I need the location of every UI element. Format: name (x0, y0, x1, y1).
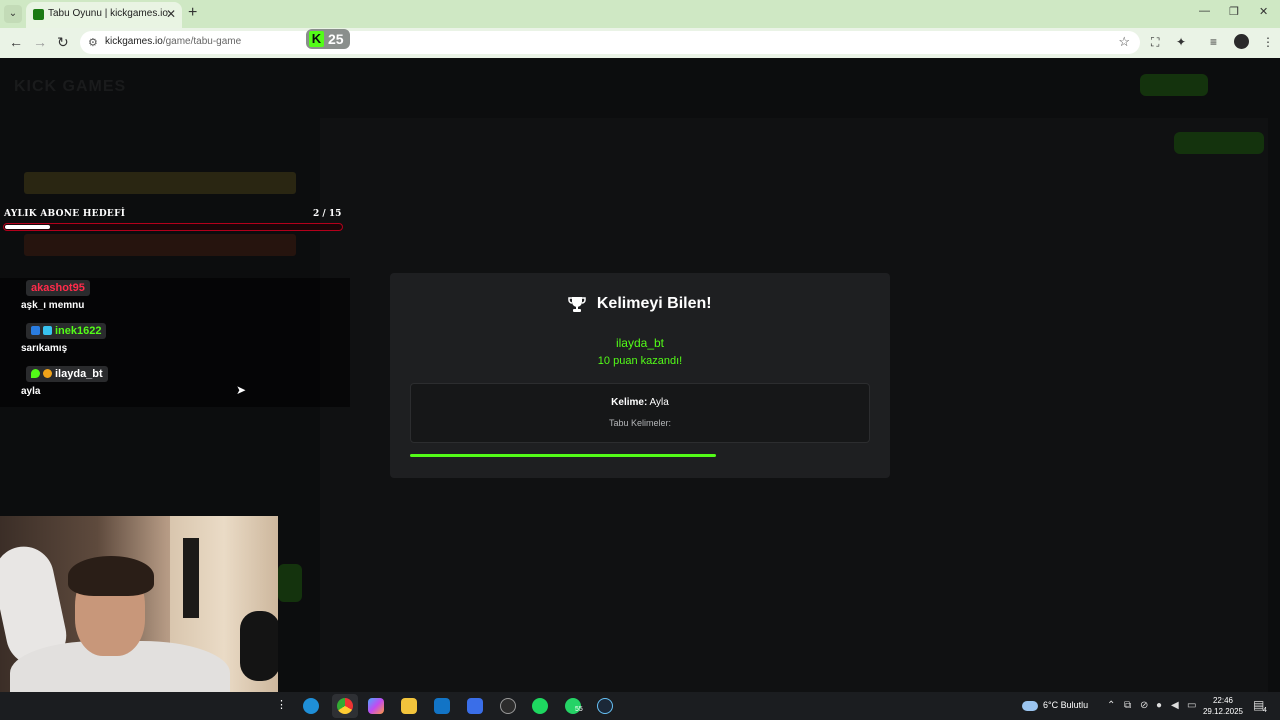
task-view-icon[interactable]: ⋮ (276, 698, 287, 711)
chat-message: akashot95 aşk_ı memnu (0, 278, 350, 321)
kick-badge-count: 25 (328, 31, 344, 47)
address-bar[interactable]: ⚙ kickgames.io/game/tabu-game ☆ (80, 31, 1140, 54)
clock-date: 29.12.2025 (1202, 707, 1244, 716)
dim-side-button (278, 564, 302, 602)
store-icon[interactable] (467, 698, 483, 714)
modal-header: Kelimeyi Bilen! (390, 295, 890, 313)
dim-sidebar-row (24, 172, 296, 194)
screenshot-icon[interactable]: ⛶ (1151, 35, 1159, 50)
goal-progress-fill (5, 225, 50, 229)
bookmark-star-icon[interactable]: ☆ (1118, 34, 1130, 50)
modal-timer-fill (410, 454, 716, 457)
dim-sidebar-row (24, 234, 296, 256)
window-image (183, 538, 199, 618)
system-clock[interactable]: 22:46 29.12.2025 (1200, 695, 1246, 717)
chat-username: inek1622 (26, 323, 107, 339)
cloud-icon (1022, 701, 1038, 711)
profile-avatar[interactable] (1234, 34, 1249, 49)
network-icon[interactable]: ▭ (1187, 700, 1196, 711)
spotify-icon[interactable] (532, 698, 548, 714)
webcam-overlay (0, 516, 278, 692)
mouse-cursor-icon: ➤ (236, 383, 247, 397)
chat-text: sarıkamış (21, 343, 68, 354)
chat-username: akashot95 (26, 280, 90, 296)
points-earned: 10 puan kazandı! (597, 355, 683, 367)
url-text: kickgames.io/game/tabu-game (105, 36, 242, 47)
close-window-button[interactable]: ✕ (1259, 5, 1268, 18)
menu-icon[interactable]: ⋮ (1262, 35, 1274, 49)
kickgames-logo: KICK GAMES (14, 78, 127, 95)
notification-count: 4 (1263, 707, 1267, 714)
extensions-icon[interactable]: ✦ (1176, 35, 1186, 49)
chat-text: aşk_ı memnu (21, 300, 85, 311)
show-hidden-icons-icon[interactable]: ⌃ (1107, 700, 1115, 711)
modal-title: Kelimeyi Bilen! (596, 295, 712, 312)
windows-taskbar: ⋮ 55 6°C Bulutlu ⌃ ⧉ ⊘ ● ◀ ▭ 22:46 29.12… (0, 692, 1280, 720)
chat-message: ilayda_bt ayla (0, 364, 350, 407)
minimize-button[interactable]: — (1199, 5, 1210, 17)
copilot-icon[interactable] (368, 698, 384, 714)
tab-list-button[interactable]: ⌄ (4, 5, 22, 23)
chrome-icon[interactable] (337, 698, 353, 714)
close-tab-icon[interactable]: ✕ (166, 7, 176, 21)
game-page: KICK GAMES AYLIK ABONE HEDEFİ 2 / 15 aka… (0, 58, 1280, 692)
subscriber-badge-icon (31, 326, 40, 335)
kick-favicon-icon (33, 9, 44, 20)
dim-start-button (1174, 132, 1264, 154)
chat-text: ayla (21, 386, 41, 397)
whatsapp-badge: 55 (575, 706, 583, 713)
forward-button[interactable]: → (33, 34, 47, 50)
tray-app-icon[interactable]: ⧉ (1124, 700, 1131, 711)
site-info-icon[interactable]: ⚙ (88, 36, 98, 49)
taboo-words-label: Tabu Kelimeler: (608, 418, 672, 428)
browser-tabstrip: ⌄ Tabu Oyunu | kickgames.io ✕ + — ❐ ✕ (0, 0, 1280, 28)
clock-time: 22:46 (1212, 696, 1234, 705)
file-explorer-icon[interactable] (401, 698, 417, 714)
drop-badge-icon (31, 369, 40, 378)
edge-icon[interactable] (303, 698, 319, 714)
goal-count: 2 / 15 (313, 209, 342, 219)
weather-text[interactable]: 6°C Bulutlu (1043, 700, 1088, 710)
chat-overlay: akashot95 aşk_ı memnu inek1622 sarıkamış… (0, 278, 350, 407)
gem-badge-icon (43, 326, 52, 335)
obs-icon[interactable] (500, 698, 516, 714)
goal-label: AYLIK ABONE HEDEFİ (4, 209, 126, 219)
reload-button[interactable]: ↻ (57, 34, 69, 51)
kick-logo-icon: K (309, 31, 324, 47)
restore-button[interactable]: ❐ (1229, 5, 1239, 18)
modal-timer-bar (410, 454, 870, 457)
microphone-icon[interactable]: ● (1156, 700, 1162, 711)
chat-username: ilayda_bt (26, 366, 108, 382)
dim-header-button (1140, 74, 1208, 96)
trophy-icon (568, 296, 587, 312)
winner-username: ilayda_bt (615, 336, 665, 350)
hair-image (68, 556, 154, 596)
browser-tab[interactable]: Tabu Oyunu | kickgames.io ✕ (26, 2, 182, 28)
goal-progress-bar (3, 223, 343, 231)
browser-toolbar: ← → ↻ ⚙ kickgames.io/game/tabu-game ☆ (0, 28, 1280, 58)
steam-icon[interactable] (597, 698, 613, 714)
word-line: Kelime: Ayla (611, 397, 669, 408)
back-button[interactable]: ← (9, 34, 23, 50)
volume-icon[interactable]: ◀ (1171, 700, 1179, 711)
winner-modal: Kelimeyi Bilen! ilayda_bt 10 puan kazand… (390, 273, 890, 478)
outlook-icon[interactable] (434, 698, 450, 714)
new-tab-button[interactable]: + (188, 4, 197, 22)
word-info-box: Kelime: Ayla Tabu Kelimeler: (410, 383, 870, 443)
gift-badge-icon (43, 369, 52, 378)
microphone-image (240, 611, 278, 681)
kick-extension-badge[interactable]: K 25 (306, 29, 350, 49)
chat-message: inek1622 sarıkamış (0, 321, 350, 364)
tray-app-icon[interactable]: ⊘ (1140, 700, 1148, 711)
tab-title: Tabu Oyunu | kickgames.io (48, 8, 168, 19)
media-control-icon[interactable]: ≡ (1210, 35, 1217, 49)
